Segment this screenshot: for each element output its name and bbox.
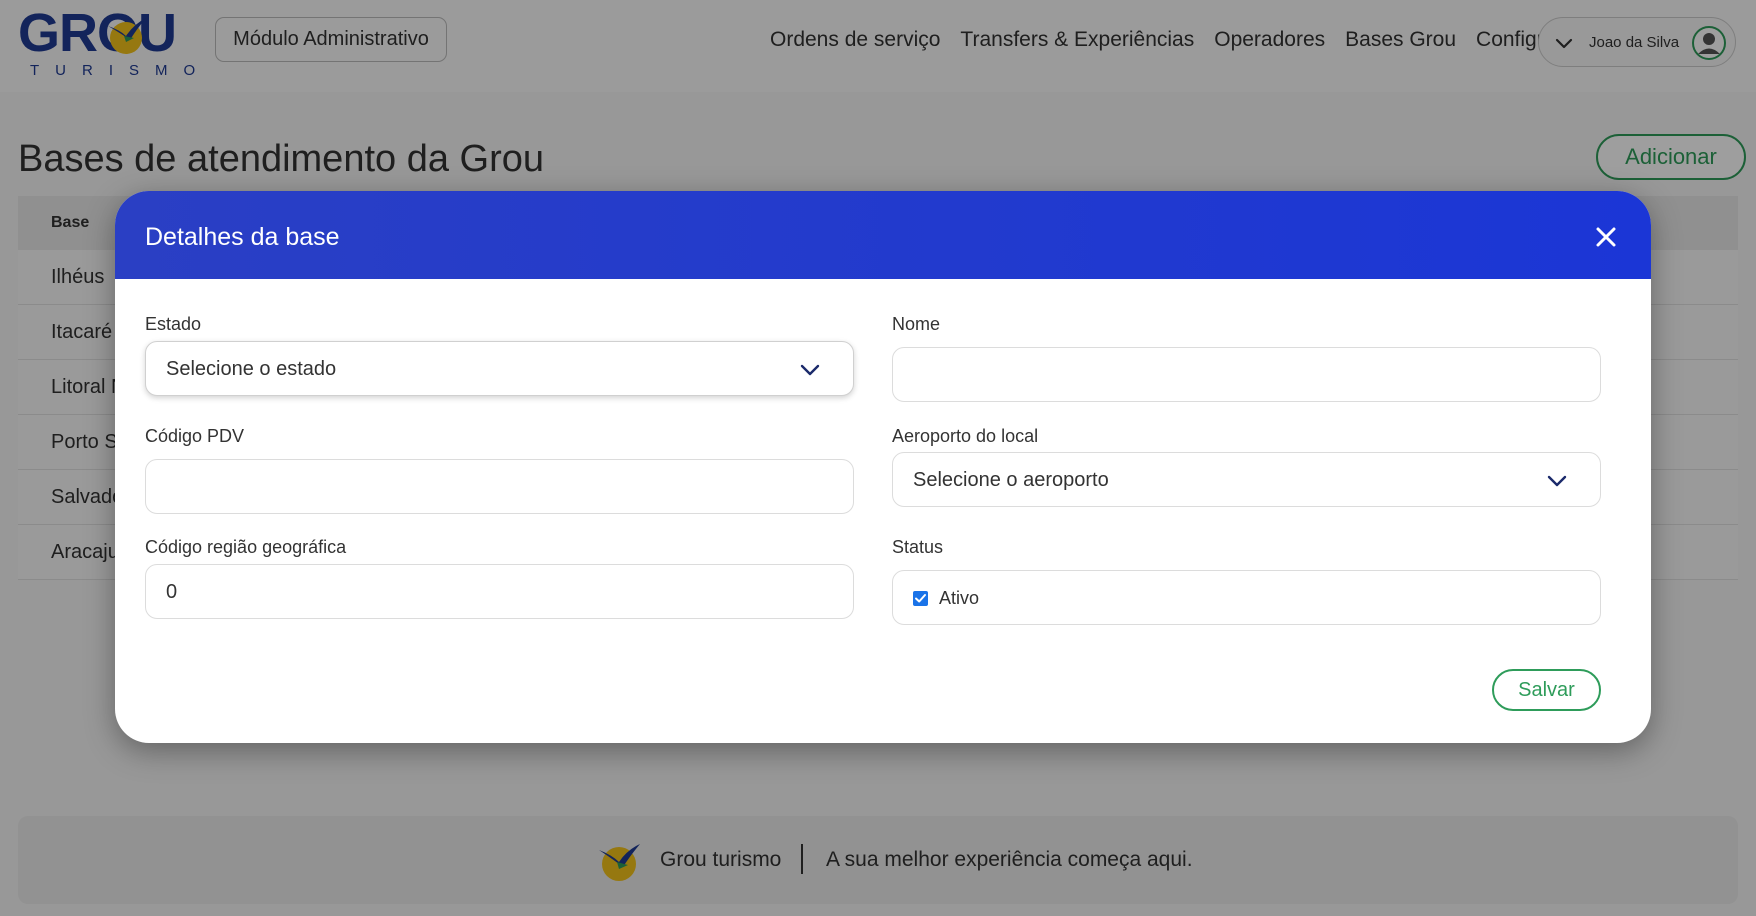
modal-title: Detalhes da base xyxy=(145,223,340,251)
status-field: Ativo xyxy=(892,570,1601,625)
ativo-checkbox[interactable] xyxy=(913,591,928,606)
aeroporto-selected-value: Selecione o aeroporto xyxy=(913,469,1109,491)
checkmark-icon xyxy=(915,594,926,603)
estado-select[interactable]: Selecione o estado xyxy=(145,341,854,396)
codigo-pdv-label: Código PDV xyxy=(145,426,245,446)
chevron-down-icon xyxy=(800,364,820,376)
codigo-regiao-label: Código região geográfica xyxy=(145,537,347,557)
codigo-pdv-input[interactable] xyxy=(145,459,854,514)
save-button[interactable]: Salvar xyxy=(1492,669,1601,711)
status-label: Status xyxy=(892,537,944,557)
aeroporto-select[interactable]: Selecione o aeroporto xyxy=(892,452,1601,507)
close-icon[interactable] xyxy=(1594,225,1618,249)
nome-label: Nome xyxy=(892,314,941,334)
aeroporto-label: Aeroporto do local xyxy=(892,426,1039,446)
codigo-regiao-value: 0 xyxy=(166,581,178,603)
codigo-regiao-input[interactable]: 0 xyxy=(145,564,854,619)
base-details-modal: Detalhes da base Estado Selecione o esta… xyxy=(115,191,1651,743)
estado-label: Estado xyxy=(145,314,202,334)
modal-header: Detalhes da base xyxy=(115,191,1651,279)
chevron-down-icon xyxy=(1547,475,1567,487)
estado-selected-value: Selecione o estado xyxy=(166,358,337,380)
nome-input[interactable] xyxy=(892,347,1601,402)
ativo-label[interactable]: Ativo xyxy=(939,588,979,609)
